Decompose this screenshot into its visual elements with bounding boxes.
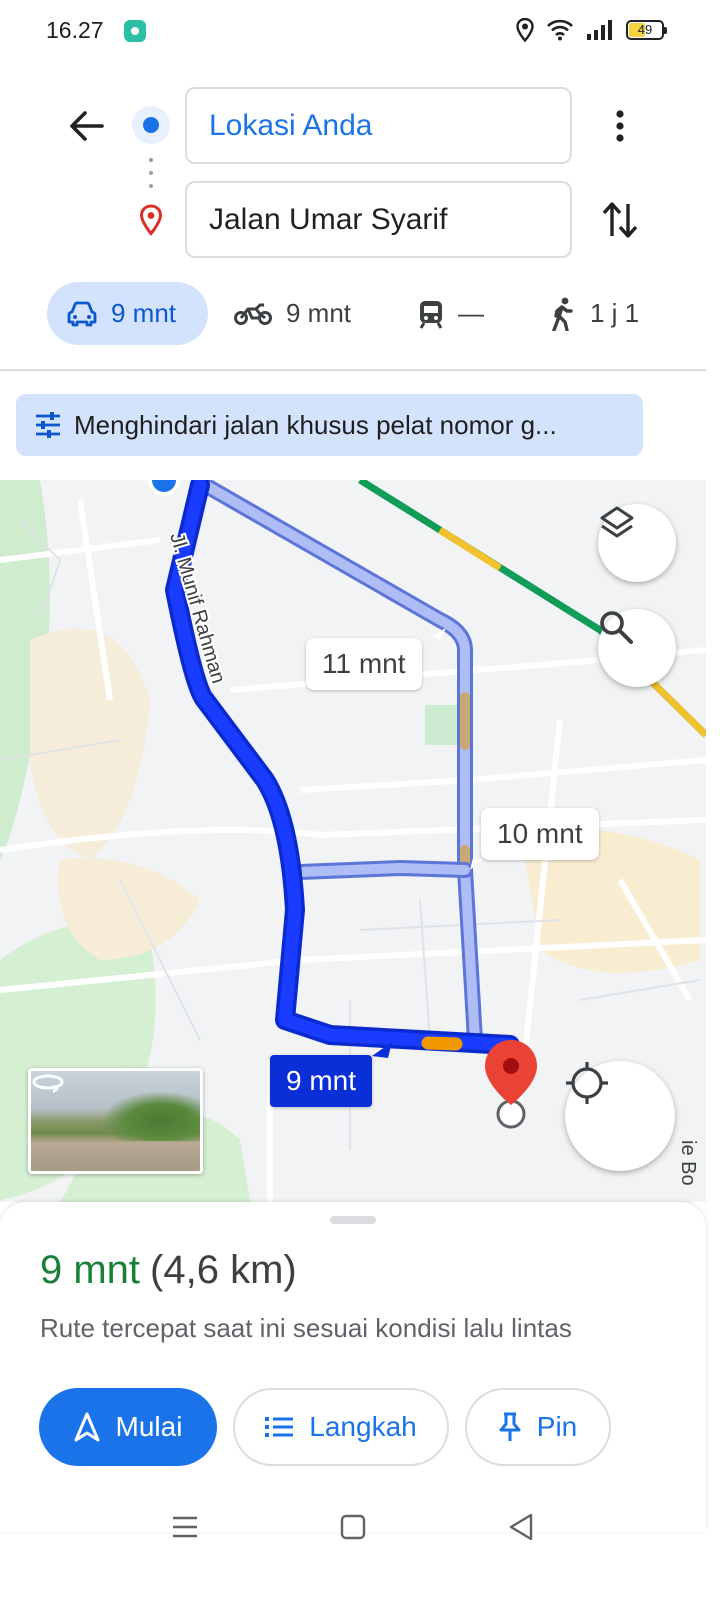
search-along-route-button[interactable] [598,609,676,687]
tune-icon [36,412,60,438]
motorcycle-icon [234,303,272,325]
tab-motorcycle-label: 9 mnt [286,298,352,328]
steps-label: Langkah [309,1411,417,1442]
more-options-button[interactable] [600,102,640,150]
tab-transit-label: — [458,298,484,328]
destination-pin-icon [139,204,163,236]
street-label-edge: ie Bo [677,1140,699,1186]
route-dots [149,158,153,188]
location-icon [516,18,534,42]
traffic-road-slow [438,527,502,571]
tab-drive-label: 9 mnt [111,298,177,328]
back-button[interactable] [62,102,110,150]
status-time: 16.27 [46,17,104,43]
summary-distance: (4,6 km) [150,1248,297,1292]
alt-route-2 [292,860,473,880]
park-area [425,705,460,745]
battery-level: 49 [637,22,653,37]
route-time-label-selected[interactable]: 9 mnt [270,1055,373,1107]
origin-field[interactable]: Lokasi Anda [185,87,572,164]
route-time-label-alt2[interactable]: 10 mnt [481,808,599,860]
battery-icon: 49 [626,20,667,40]
route-summary: 9 mnt (4,6 km) [40,1248,297,1293]
crosshair-icon [566,1062,608,1104]
status-icons: 49 [516,18,667,42]
sheet-drag-handle[interactable] [330,1216,376,1224]
route-time-label-alt1[interactable]: 11 mnt [306,638,422,690]
start-navigation-label: Mulai [115,1411,183,1442]
summary-note: Rute tercepat saat ini sesuai kondisi la… [40,1313,572,1343]
pushpin-icon [499,1412,521,1441]
pin-button[interactable]: Pin [465,1388,611,1466]
steps-button[interactable]: Langkah [233,1388,449,1466]
rotate-360-icon [32,1074,64,1093]
car-icon [67,301,97,326]
tab-walk[interactable]: 1 j 1 [550,282,639,345]
signal-icon [587,20,612,40]
destination-field[interactable]: Jalan Umar Syarif [185,181,572,258]
header-divider [0,369,706,371]
map-view[interactable]: Jl. Munif Rahman ie Bo 11 mnt 10 mnt 9 m… [0,480,706,1202]
my-location-button[interactable] [565,1061,675,1171]
wifi-icon [547,19,573,41]
route-options-label: Menghindari jalan khusus pelat nomor g..… [74,409,557,440]
train-icon [419,300,443,329]
tab-transit[interactable]: — [418,282,484,345]
start-navigation-button[interactable]: Mulai [39,1388,217,1466]
square-icon [340,1514,366,1540]
traffic-road-slow [647,677,706,738]
recent-apps-button[interactable] [170,1512,200,1542]
status-bar: 16.27 49 [0,0,720,64]
layers-button[interactable] [598,504,676,582]
route-options-chip[interactable]: Menghindari jalan khusus pelat nomor g..… [16,394,643,456]
triangle-back-icon [509,1513,533,1541]
menu-icon [173,1516,197,1538]
layers-icon [600,506,634,538]
destination-marker-dot [503,1058,519,1074]
tab-walk-label: 1 j 1 [590,298,640,328]
destination-field-value: Jalan Umar Syarif [209,202,448,236]
swap-locations-button[interactable] [596,196,644,244]
pin-label: Pin [536,1411,578,1442]
street-view-thumbnail[interactable] [28,1068,203,1174]
street-view-trees [101,1091,200,1141]
system-back-button[interactable] [506,1512,536,1542]
app-notification-icon [124,20,146,42]
navigation-arrow-icon [74,1412,100,1442]
label-tail [432,628,446,640]
home-button[interactable] [338,1512,368,1542]
summary-duration: 9 mnt [40,1248,141,1292]
search-icon [600,611,633,644]
travel-mode-tabs: 9 mnt 9 mnt — 1 j 1 [0,282,720,346]
tab-motorcycle[interactable]: 9 mnt [234,282,351,345]
origin-field-value: Lokasi Anda [209,108,373,142]
origin-location-dot [148,480,180,496]
origin-dot-icon [132,106,170,144]
swap-vert-icon [602,202,638,238]
tab-drive[interactable]: 9 mnt [47,282,208,345]
arrow-back-icon [70,111,104,141]
system-navigation-bar [0,1490,720,1560]
walk-icon [552,297,573,331]
list-icon [265,1417,294,1437]
more-vert-icon [616,110,624,142]
